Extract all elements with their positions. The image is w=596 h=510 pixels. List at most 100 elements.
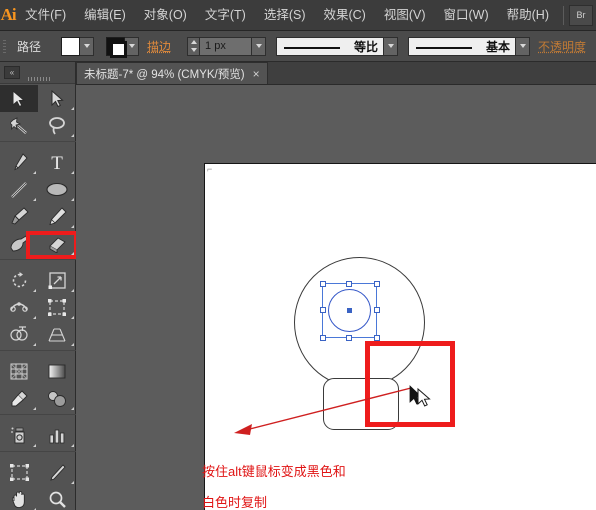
menu-select[interactable]: 选择(S): [255, 0, 315, 31]
menu-help[interactable]: 帮助(H): [498, 0, 558, 31]
collapse-panel-icon[interactable]: «: [4, 66, 20, 79]
selection-area-highlight: [365, 341, 455, 427]
annotation-text: 按住alt键鼠标变成黑色和 白色时复制: [202, 456, 346, 510]
hand-tool[interactable]: [0, 486, 38, 510]
line-segment-tool[interactable]: [0, 176, 38, 203]
column-graph-tool[interactable]: [38, 422, 76, 449]
flyout-indicator-icon: [33, 407, 36, 410]
brush-definition-dropdown-icon[interactable]: [516, 37, 530, 56]
tools-panel: « T: [0, 62, 76, 510]
fill-color-swatch[interactable]: [61, 37, 80, 56]
paintbrush-tool[interactable]: [0, 203, 38, 230]
object-type-label: 路径: [9, 38, 49, 55]
stroke-weight-dropdown-icon[interactable]: [252, 37, 266, 56]
menu-view[interactable]: 视图(V): [375, 0, 435, 31]
profile-label: 等比: [354, 38, 378, 55]
illustrator-window: Ai 文件(F) 编辑(E) 对象(O) 文字(T) 选择(S) 效果(C) 视…: [0, 0, 596, 510]
scale-tool[interactable]: [38, 267, 76, 294]
stroke-color-swatch[interactable]: [106, 37, 125, 56]
stroke-weight-stepper[interactable]: [187, 37, 200, 56]
menu-object[interactable]: 对象(O): [135, 0, 196, 31]
tool-divider: [0, 259, 76, 265]
selection-tool[interactable]: [0, 85, 38, 112]
flyout-indicator-icon: [71, 481, 74, 484]
flyout-indicator-icon: [71, 198, 74, 201]
type-tool[interactable]: T: [38, 149, 76, 176]
flyout-indicator-icon: [33, 289, 36, 292]
rotate-tool[interactable]: [0, 267, 38, 294]
bridge-button[interactable]: Br: [569, 5, 593, 26]
flyout-indicator-icon: [33, 343, 36, 346]
perspective-grid-tool[interactable]: [38, 321, 76, 348]
stroke-label[interactable]: 描边: [139, 38, 179, 55]
document-tab[interactable]: 未标题-7* @ 94% (CMYK/预览) ×: [76, 62, 268, 84]
menu-type[interactable]: 文字(T): [196, 0, 255, 31]
stroke-profile-combo[interactable]: 等比: [276, 37, 384, 56]
ellipse-tool[interactable]: [38, 176, 76, 203]
selection-handle-nw[interactable]: [320, 281, 326, 287]
profile-preview-line: [284, 47, 340, 49]
flyout-indicator-icon: [71, 225, 74, 228]
opacity-label[interactable]: 不透明度: [530, 38, 594, 55]
lasso-tool[interactable]: [38, 112, 76, 139]
stroke-swatch-dropdown-icon[interactable]: [125, 37, 139, 56]
gradient-tool[interactable]: [38, 358, 76, 385]
symbol-sprayer-tool[interactable]: [0, 422, 38, 449]
flyout-indicator-icon: [71, 107, 74, 110]
menu-edit[interactable]: 编辑(E): [75, 0, 135, 31]
tool-divider: [0, 141, 76, 147]
slice-tool[interactable]: [38, 459, 76, 486]
selection-handle-n[interactable]: [346, 281, 352, 287]
menu-file[interactable]: 文件(F): [16, 0, 75, 31]
tools-grid: T: [0, 84, 75, 510]
eyedropper-tool[interactable]: [0, 385, 38, 412]
menu-effect[interactable]: 效果(C): [314, 0, 374, 31]
selection-handle-sw[interactable]: [320, 335, 326, 341]
flyout-indicator-icon: [71, 289, 74, 292]
flyout-indicator-icon: [71, 171, 74, 174]
menubar-divider: [563, 6, 564, 25]
menu-bar-right-group: Br: [558, 0, 596, 31]
flyout-indicator-icon: [33, 444, 36, 447]
artboard-tool[interactable]: [0, 459, 38, 486]
blend-tool[interactable]: [38, 385, 76, 412]
mesh-tool[interactable]: [0, 358, 38, 385]
menu-window[interactable]: 窗口(W): [435, 0, 498, 31]
pen-tool[interactable]: [0, 149, 38, 176]
document-tab-bar: 未标题-7* @ 94% (CMYK/预览) ×: [76, 62, 596, 85]
direct-selection-tool[interactable]: [38, 85, 76, 112]
close-icon[interactable]: ×: [253, 67, 260, 81]
document-tab-title: 未标题-7* @ 94% (CMYK/预览): [84, 66, 245, 82]
selection-handle-ne[interactable]: [374, 281, 380, 287]
width-tool[interactable]: [0, 294, 38, 321]
control-bar-grip[interactable]: [0, 31, 9, 62]
brush-definition-combo[interactable]: 基本: [408, 37, 516, 56]
stroke-swatch-group: [106, 37, 139, 56]
flyout-indicator-icon: [33, 171, 36, 174]
menu-bar: Ai 文件(F) 编辑(E) 对象(O) 文字(T) 选择(S) 效果(C) 视…: [0, 0, 596, 31]
document-canvas[interactable]: ⌐ 按住alt键鼠标变成黑色和 白色时复制: [76, 85, 596, 510]
stroke-profile-dropdown-icon[interactable]: [384, 37, 398, 56]
shape-builder-tool[interactable]: [0, 321, 38, 348]
selection-handle-se[interactable]: [374, 335, 380, 341]
annotation-line-2: 白色时复制: [202, 487, 346, 510]
ellipse-tool-highlight: [26, 231, 78, 259]
selection-handle-w[interactable]: [320, 307, 326, 313]
selection-center-point: [347, 308, 352, 313]
pencil-tool[interactable]: [38, 203, 76, 230]
flyout-indicator-icon: [71, 316, 74, 319]
brush-label: 基本: [486, 38, 510, 55]
selection-bounding-box[interactable]: [322, 283, 377, 338]
zoom-tool[interactable]: [38, 486, 76, 510]
brush-preview-line: [416, 47, 472, 49]
flyout-indicator-icon: [71, 444, 74, 447]
tools-panel-grip[interactable]: [28, 77, 50, 81]
app-logo-icon: Ai: [0, 0, 16, 31]
free-transform-tool[interactable]: [38, 294, 76, 321]
selection-handle-e[interactable]: [374, 307, 380, 313]
magic-wand-tool[interactable]: [0, 112, 38, 139]
selection-handle-s[interactable]: [346, 335, 352, 341]
control-bar: 路径 描边 1 px 等比 基本 不透明度: [0, 31, 596, 62]
fill-swatch-dropdown-icon[interactable]: [80, 37, 94, 56]
stroke-weight-input[interactable]: 1 px: [200, 37, 252, 56]
